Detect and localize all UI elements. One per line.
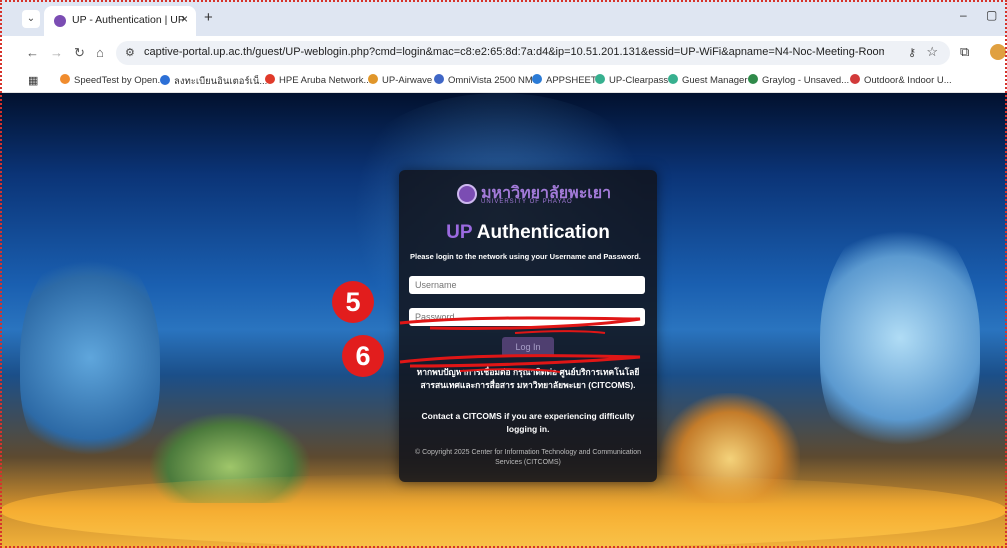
globe-icon [160, 75, 170, 85]
home-icon[interactable]: ⌂ [96, 45, 104, 60]
username-input[interactable] [409, 276, 645, 294]
tree-left-graphic [20, 243, 160, 473]
tab-favicon-icon [54, 15, 66, 27]
title-authentication: Authentication [472, 222, 610, 243]
bookmark-speedtest[interactable]: SpeedTest by Open... [60, 74, 165, 86]
bookmark-internet-register[interactable]: ลงทะเบียนอินเตอร์เน็... [160, 74, 267, 89]
outdoor-icon [850, 74, 860, 84]
password-key-icon[interactable]: ⚷ [908, 46, 916, 59]
browser-toolbar: ← → ↻ ⌂ ⚙ captive-portal.up.ac.th/guest/… [0, 36, 1007, 70]
bookmark-graylog[interactable]: Graylog - Unsaved... [748, 74, 849, 86]
tree-right-graphic [820, 213, 980, 463]
contact-text: Contact a CITCOMS if you are experiencin… [421, 411, 635, 434]
forward-arrow-icon[interactable]: → [50, 45, 63, 60]
lantern-glow [0, 473, 1007, 548]
tab-strip: ⌄ UP - Authentication | UP × + – ▢ [0, 0, 1007, 36]
minimize-button[interactable]: – [960, 8, 967, 22]
back-arrow-icon[interactable]: ← [26, 45, 39, 60]
tab-close-icon[interactable]: × [181, 12, 188, 26]
profile-avatar[interactable] [990, 44, 1006, 60]
bookmark-star-icon[interactable]: ☆ [926, 44, 938, 60]
step-6-badge: 6 [342, 335, 384, 377]
bookmark-hpe-aruba[interactable]: HPE Aruba Network... [265, 74, 371, 86]
bookmark-outdoor-indoor[interactable]: Outdoor& Indoor U... [850, 74, 952, 86]
guest-manager-icon [668, 74, 678, 84]
extensions-icon[interactable]: ⧉ [960, 44, 969, 60]
tab-search-icon[interactable]: ⌄ [22, 10, 40, 28]
omnivista-icon [434, 74, 444, 84]
graylog-icon [748, 74, 758, 84]
login-button[interactable]: Log In [502, 337, 554, 357]
address-bar[interactable]: ⚙ captive-portal.up.ac.th/guest/UP-weblo… [116, 41, 950, 65]
new-tab-button[interactable]: + [204, 9, 213, 26]
clearpass-icon [595, 74, 605, 84]
password-input[interactable] [409, 308, 645, 326]
bookmark-up-airwave[interactable]: UP-Airwave [368, 74, 432, 86]
appsheet-icon [532, 74, 542, 84]
tab-title: UP - Authentication | UP [72, 14, 185, 26]
title-up: UP [446, 222, 473, 243]
bookmark-up-clearpass[interactable]: UP-Clearpass [595, 74, 668, 86]
reload-icon[interactable]: ↻ [74, 45, 85, 61]
bookmark-omnivista[interactable]: OmniVista 2500 NMS [434, 74, 539, 86]
university-name-english: UNIVERSITY OF PHAYAO [481, 199, 573, 205]
url-text[interactable]: captive-portal.up.ac.th/guest/UP-weblogi… [144, 46, 884, 58]
copyright-text: © Copyright 2025 Center for Information … [414, 449, 642, 466]
airwave-icon [368, 74, 378, 84]
bookmark-guest-manager[interactable]: Guest Manager [668, 74, 747, 86]
login-instructions: Please login to the network using your U… [410, 252, 641, 261]
apps-grid-icon[interactable]: ▦ [28, 74, 38, 87]
speedtest-icon [60, 74, 70, 84]
tab-active[interactable]: UP - Authentication | UP × [44, 6, 196, 36]
restore-button[interactable]: ▢ [986, 8, 997, 22]
login-card: มหาวิทยาลัยพะเยา UNIVERSITY OF PHAYAO UP… [399, 170, 657, 482]
thai-help-text: หากพบปัญหาการเชื่อมต่อ กรุณาติดต่อ ศูนย์… [416, 367, 640, 390]
step-5-badge: 5 [332, 281, 374, 323]
site-info-icon[interactable]: ⚙ [125, 46, 135, 59]
aruba-icon [265, 74, 275, 84]
university-seal-icon [457, 184, 477, 204]
bookmarks-bar: ▦ SpeedTest by Open... ลงทะเบียนอินเตอร์… [0, 70, 1007, 93]
page-title: UP Authentication [399, 222, 657, 244]
bookmark-appsheet[interactable]: APPSHEET [532, 74, 597, 86]
